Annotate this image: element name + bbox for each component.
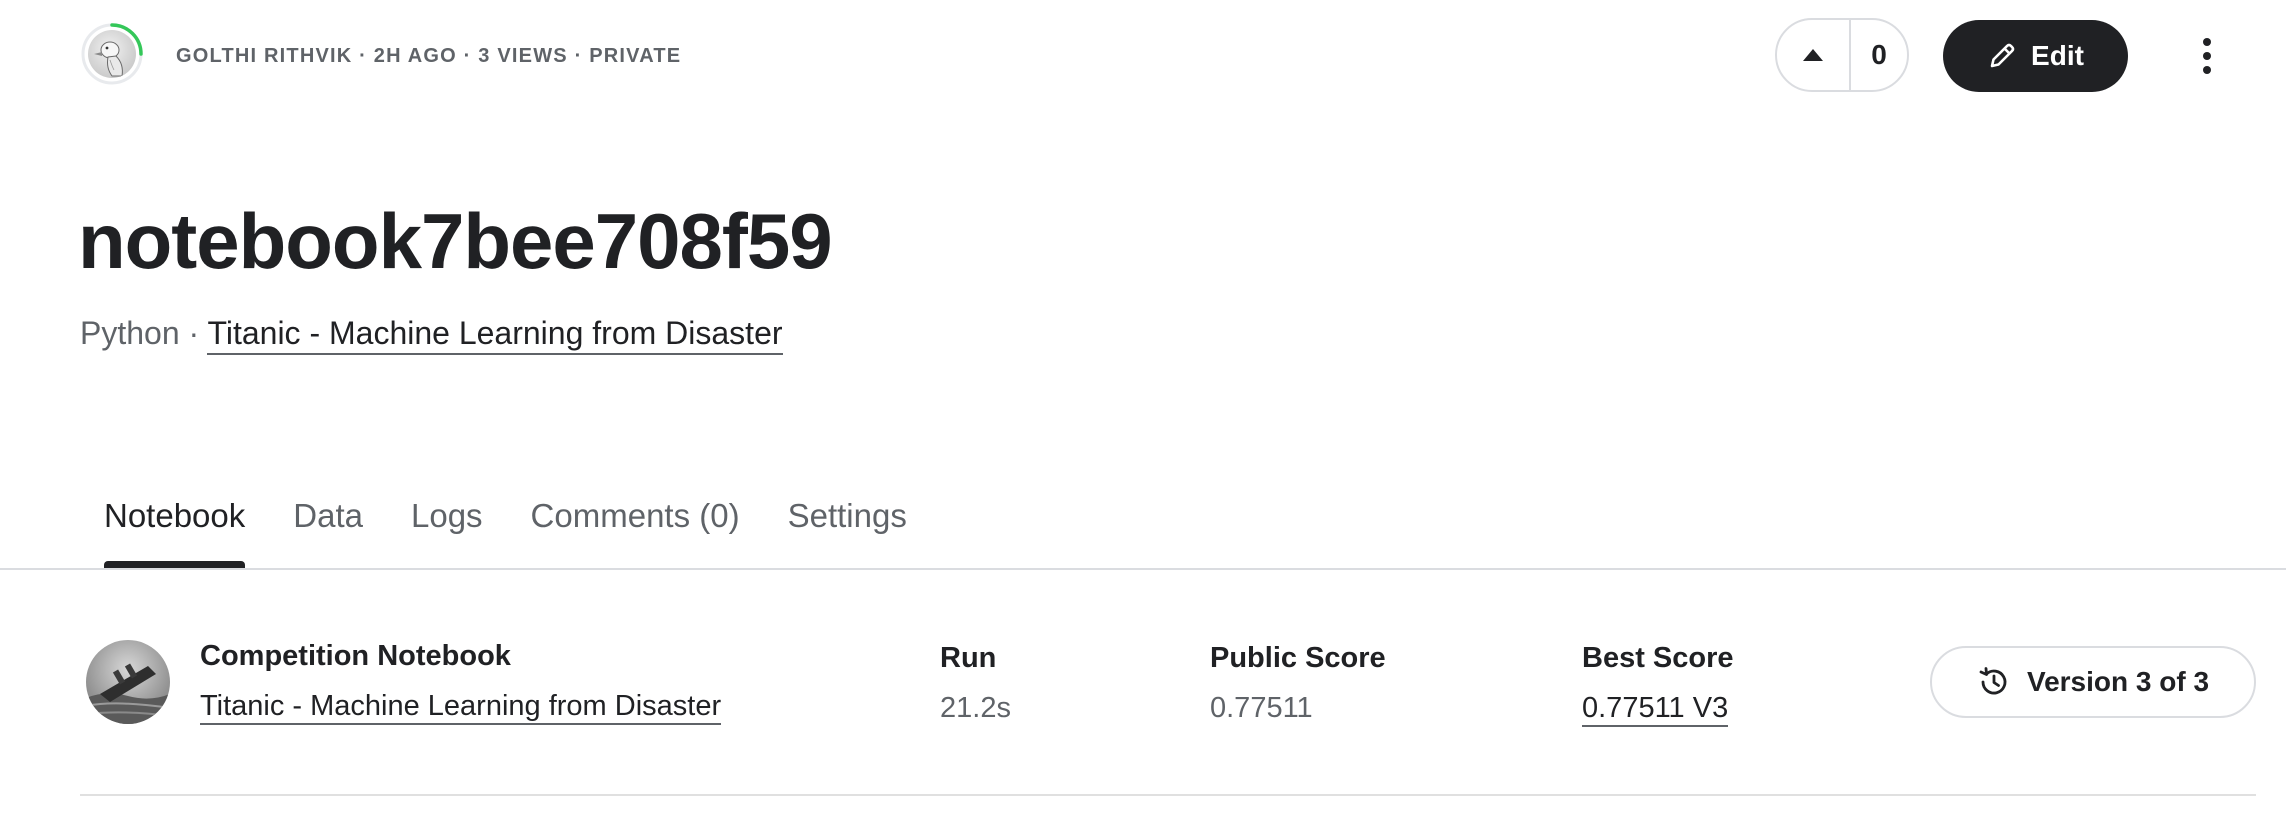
tab-notebook[interactable]: Notebook (80, 497, 269, 569)
competition-thumbnail[interactable] (86, 640, 170, 724)
best-score-link[interactable]: 0.77511 V3 (1582, 692, 1729, 727)
competition-name-link[interactable]: Titanic - Machine Learning from Disaster (200, 690, 722, 725)
notebook-tabs: Notebook Data Logs Comments (0) Settings (80, 497, 931, 569)
notebook-language: Python (80, 315, 180, 351)
subtitle-separator: · (179, 315, 208, 351)
tab-comments[interactable]: Comments (0) (507, 497, 764, 569)
titanic-ship-image (86, 640, 170, 724)
section-divider (80, 794, 2256, 796)
best-score-wrap: 0.77511 V3 (1582, 692, 1729, 727)
public-score-label: Public Score (1210, 642, 1386, 674)
tabs-divider (0, 568, 2286, 570)
run-value: 21.2s (940, 692, 1011, 724)
page-title: notebook7bee708f59 (78, 197, 833, 285)
upvote-control: 0 (1775, 18, 1909, 92)
tab-data[interactable]: Data (269, 497, 387, 569)
pencil-icon (1990, 43, 2015, 68)
competition-name-wrap: Titanic - Machine Learning from Disaster (200, 690, 722, 725)
upvote-button[interactable] (1777, 20, 1849, 90)
notebook-subtitle: Python · Titanic - Machine Learning from… (80, 315, 783, 355)
version-history-button[interactable]: Version 3 of 3 (1930, 646, 2256, 718)
user-avatar[interactable] (80, 22, 144, 86)
run-label: Run (940, 642, 997, 674)
caret-up-icon (1803, 49, 1823, 61)
vote-count: 0 (1871, 39, 1887, 70)
notebook-meta: GOLTHI RITHVIK · 2H AGO · 3 VIEWS · PRIV… (176, 45, 682, 67)
best-score-label: Best Score (1582, 642, 1734, 674)
avatar-image (88, 30, 136, 78)
edit-button[interactable]: Edit (1943, 20, 2128, 92)
kebab-menu-icon (2203, 38, 2211, 46)
more-options-button[interactable] (2190, 30, 2224, 82)
competition-label: Competition Notebook (200, 640, 511, 672)
history-icon (1979, 667, 2007, 695)
tab-settings[interactable]: Settings (764, 497, 931, 569)
edit-button-label: Edit (2031, 40, 2084, 71)
competition-link[interactable]: Titanic - Machine Learning from Disaster (207, 315, 783, 355)
public-score-value: 0.77511 (1210, 692, 1313, 724)
tab-logs[interactable]: Logs (387, 497, 507, 569)
version-label: Version 3 of 3 (2026, 666, 2210, 697)
